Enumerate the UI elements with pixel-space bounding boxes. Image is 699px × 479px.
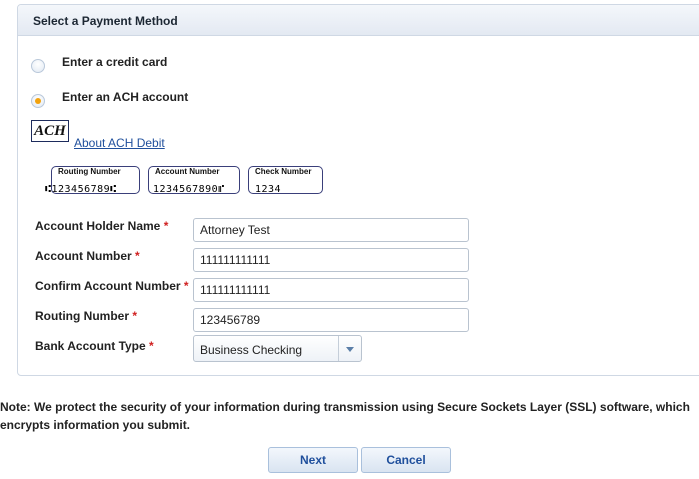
micr-routing-number: ⑆123456789⑆ xyxy=(45,184,117,195)
bank-account-type-select[interactable]: Business Checking xyxy=(193,335,362,362)
required-indicator: * xyxy=(149,339,154,353)
routing-number-label-text: Routing Number xyxy=(35,309,129,323)
required-indicator: * xyxy=(132,309,138,323)
micr-check-number: 1234 xyxy=(255,184,282,195)
routing-number-input[interactable] xyxy=(193,308,469,332)
panel-header: Select a Payment Method xyxy=(18,5,699,36)
confirm-account-number-label: Confirm Account Number * xyxy=(35,279,189,293)
credit-card-radio[interactable] xyxy=(31,59,45,73)
confirm-account-number-input[interactable] xyxy=(193,278,469,302)
ach-account-radio[interactable] xyxy=(31,94,45,108)
account-holder-name-label: Account Holder Name * xyxy=(35,219,168,233)
about-ach-debit-link[interactable]: About ACH Debit xyxy=(74,136,165,150)
check-number-caption: Check Number xyxy=(255,167,312,176)
ach-account-label[interactable]: Enter an ACH account xyxy=(62,90,188,104)
routing-number-caption: Routing Number xyxy=(58,167,121,176)
required-indicator: * xyxy=(183,279,189,293)
panel-title: Select a Payment Method xyxy=(33,14,178,28)
account-number-input[interactable] xyxy=(193,248,469,272)
bank-account-type-label: Bank Account Type * xyxy=(35,339,154,353)
micr-account-number: 1234567890⑈ xyxy=(153,184,225,195)
confirm-account-number-label-text: Confirm Account Number xyxy=(35,279,181,293)
chevron-down-icon[interactable] xyxy=(338,336,361,361)
routing-number-label: Routing Number * xyxy=(35,309,137,323)
cancel-button[interactable]: Cancel xyxy=(361,447,451,473)
security-note: Note: We protect the security of your in… xyxy=(0,400,690,432)
account-number-label: Account Number * xyxy=(35,249,140,263)
radio-selected-dot xyxy=(35,98,41,104)
bank-account-type-label-text: Bank Account Type xyxy=(35,339,146,353)
required-indicator: * xyxy=(135,249,140,263)
account-holder-name-input[interactable] xyxy=(193,218,469,242)
required-indicator: * xyxy=(163,219,169,233)
account-holder-name-label-text: Account Holder Name xyxy=(35,219,161,233)
credit-card-label[interactable]: Enter a credit card xyxy=(62,55,167,69)
account-number-caption: Account Number xyxy=(155,167,220,176)
account-number-label-text: Account Number xyxy=(35,249,132,263)
bank-account-type-value: Business Checking xyxy=(200,343,303,357)
next-button[interactable]: Next xyxy=(268,447,358,473)
ach-logo: ACH xyxy=(31,120,69,142)
